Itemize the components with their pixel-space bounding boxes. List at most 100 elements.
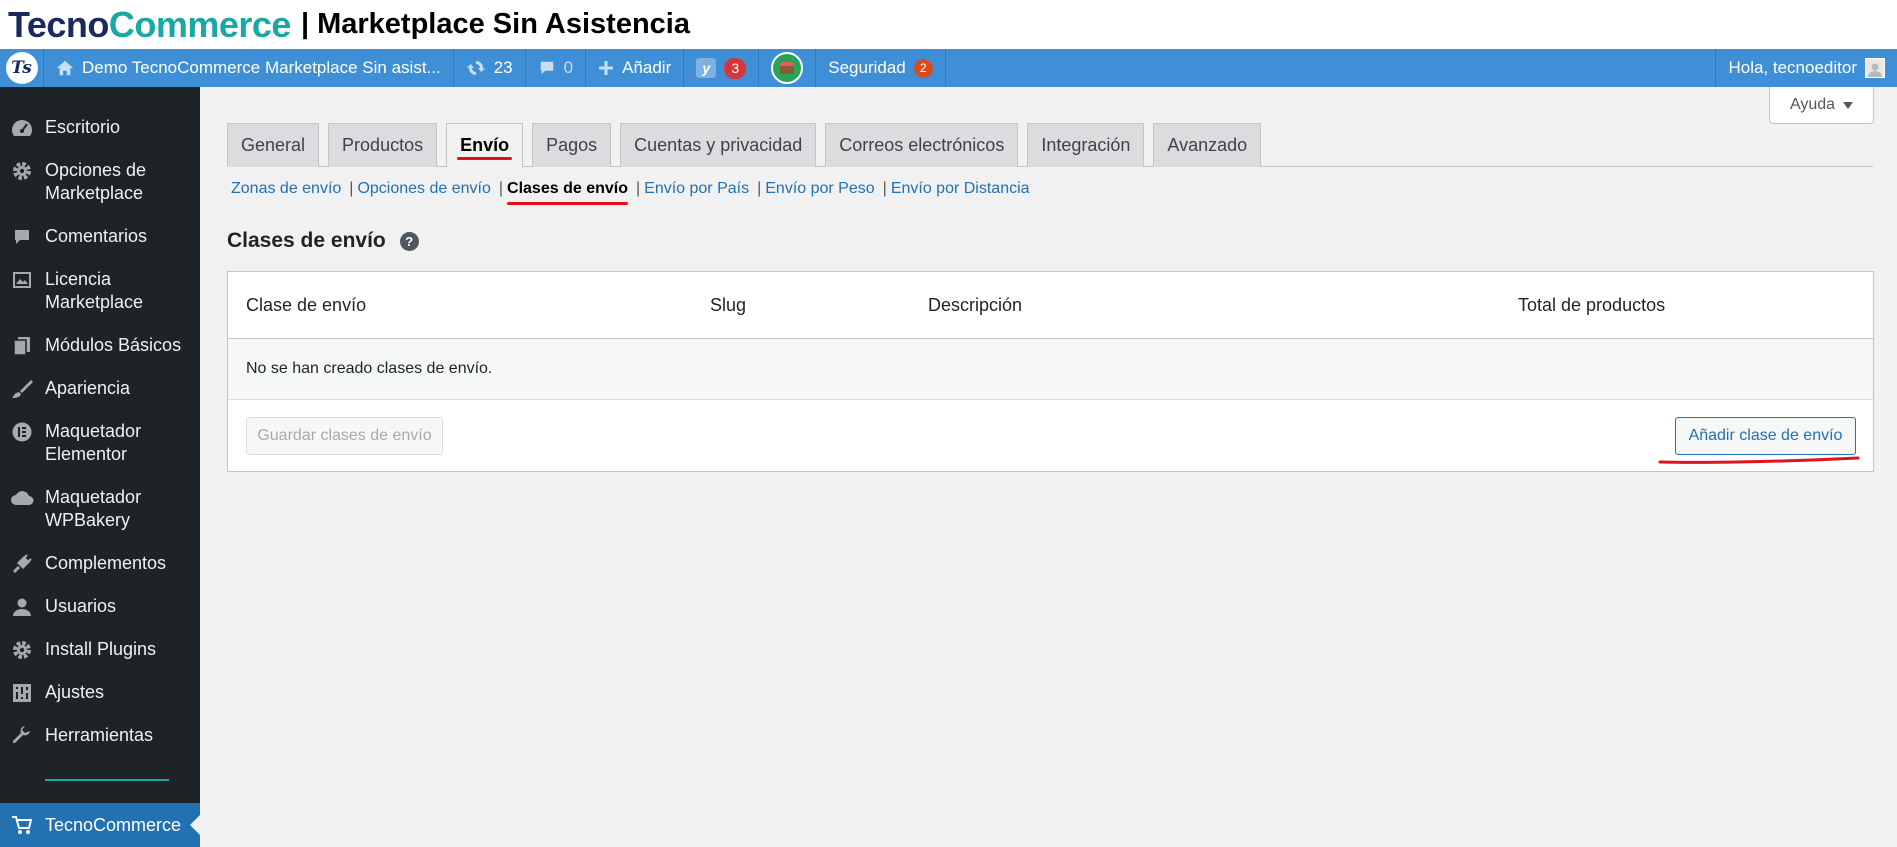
settings-icon [10, 681, 34, 704]
admin-bar: Ts Demo TecnoCommerce Marketplace Sin as… [0, 49, 1897, 87]
elementor-icon [10, 420, 34, 443]
comment-icon [540, 61, 553, 75]
shipping-classes-table: Clase de envío Slug Descripción Total de… [227, 271, 1874, 472]
sidebar-item-label: Módulos Básicos [45, 335, 182, 355]
help-button[interactable]: Ayuda [1769, 87, 1874, 124]
cart-icon [10, 814, 34, 837]
brand-logo-part1: Tecno [8, 3, 109, 45]
home-icon [56, 60, 74, 76]
sidebar-item-label: Install Plugins [45, 639, 157, 659]
sidebar-item-label: Comentarios [45, 226, 148, 246]
updates-link[interactable]: 23 [454, 49, 526, 87]
save-classes-button[interactable]: Guardar clases de envío [246, 417, 443, 455]
shipping-subnav: Zonas de envío | Opciones de envío | Cla… [231, 180, 1030, 205]
add-class-button[interactable]: Añadir clase de envío [1675, 417, 1856, 455]
ts-logo-icon: Ts [5, 52, 38, 84]
column-header-descripcion: Descripción [928, 295, 1023, 315]
user-icon [10, 595, 34, 618]
subnav-zonas[interactable]: Zonas de envío [231, 180, 341, 198]
wrench-icon [10, 724, 34, 747]
tab-general[interactable]: General [227, 123, 320, 167]
section-heading: Clases de envío ? [227, 229, 419, 253]
store-link[interactable] [759, 49, 817, 87]
tab-pagos[interactable]: Pagos [532, 123, 612, 167]
table-header: Clase de envío Slug Descripción Total de… [228, 272, 1873, 339]
brush-icon [10, 377, 34, 400]
column-header-clase: Clase de envío [246, 295, 367, 315]
tab-productos[interactable]: Productos [328, 123, 438, 167]
subnav-por-distancia[interactable]: Envío por Distancia [891, 180, 1030, 198]
sidebar-item-label: Maquetador WPBakery [45, 487, 142, 530]
table-empty-row: No se han creado clases de envío. [228, 339, 1873, 400]
gear-icon [10, 638, 34, 661]
avatar [1865, 58, 1885, 78]
column-header-total: Total de productos [1518, 295, 1666, 315]
subnav-clases[interactable]: Clases de envío [507, 180, 628, 205]
sidebar-item-usuarios[interactable]: Usuarios [0, 587, 200, 626]
sidebar-item-licencia-marketplace[interactable]: Licencia Marketplace [0, 260, 200, 322]
subnav-por-peso[interactable]: Envío por Peso [765, 180, 874, 198]
sidebar-item-modulos-basicos[interactable]: Módulos Básicos [0, 326, 200, 365]
security-link[interactable]: Seguridad 2 [816, 49, 946, 87]
sidebar-item-label: Opciones de Marketplace [45, 160, 147, 203]
account-greeting: Hola, tecnoeditor [1728, 58, 1857, 77]
store-icon [771, 52, 804, 84]
sidebar-item-maquetador-elementor[interactable]: Maquetador Elementor [0, 412, 200, 474]
brand-logo-part2: Commerce [108, 3, 292, 45]
plus-icon [599, 61, 614, 75]
sidebar-item-label: Apariencia [45, 378, 131, 398]
sidebar-item-label: Ajustes [45, 682, 105, 702]
site-logo-button[interactable]: Ts [0, 49, 44, 87]
table-footer: Guardar clases de envío Añadir clase de … [228, 400, 1873, 472]
tab-integracion[interactable]: Integración [1027, 123, 1145, 167]
account-menu[interactable]: Hola, tecnoeditor [1715, 49, 1897, 87]
sidebar-item-herramientas[interactable]: Herramientas [0, 716, 200, 755]
page-title: Clases de envío [227, 229, 386, 252]
sidebar-item-comentarios[interactable]: Comentarios [0, 217, 200, 256]
yoast-icon: y [696, 58, 717, 78]
sidebar-item-escritorio[interactable]: Escritorio [0, 108, 200, 147]
help-tip-icon[interactable]: ? [399, 231, 419, 251]
annotation-underline [457, 157, 513, 160]
sidebar-item-maquetador-wpbakery[interactable]: Maquetador WPBakery [0, 478, 200, 540]
help-label: Ayuda [1789, 96, 1836, 113]
sidebar-item-label: TecnoCommerce [45, 814, 182, 835]
site-name: Demo TecnoCommerce Marketplace Sin asist… [82, 58, 441, 77]
sidebar-item-install-plugins[interactable]: Install Plugins [0, 630, 200, 669]
license-icon [10, 268, 34, 291]
security-count-badge: 2 [913, 58, 933, 78]
add-new-label: Añadir [622, 58, 672, 77]
column-header-slug: Slug [710, 295, 747, 315]
sidebar-item-label: Complementos [45, 553, 167, 573]
site-name-link[interactable]: Demo TecnoCommerce Marketplace Sin asist… [44, 49, 454, 87]
subnav-opciones[interactable]: Opciones de envío [357, 180, 490, 198]
admin-sidebar: Escritorio Opciones de Marketplace Comen… [0, 87, 200, 847]
cloud-icon [10, 486, 34, 509]
annotation-underline [1658, 456, 1860, 464]
security-label: Seguridad [828, 58, 906, 77]
settings-tabs: General Productos Envío Pagos Cuentas y … [227, 123, 1873, 168]
sidebar-item-label: Licencia Marketplace [45, 269, 144, 312]
sidebar-item-complementos[interactable]: Complementos [0, 544, 200, 583]
brand-title: | Marketplace Sin Asistencia [300, 8, 690, 40]
tab-cuentas-privacidad[interactable]: Cuentas y privacidad [620, 123, 817, 167]
tab-avanzado[interactable]: Avanzado [1153, 123, 1262, 167]
sidebar-item-opciones-marketplace[interactable]: Opciones de Marketplace [0, 151, 200, 213]
gear-icon [10, 159, 34, 182]
comments-link[interactable]: 0 [526, 49, 587, 87]
sidebar-item-tecnocommerce[interactable]: TecnoCommerce [0, 803, 200, 847]
yoast-link[interactable]: y 3 [684, 49, 760, 87]
brand-header: Tecno Commerce | Marketplace Sin Asistenc… [0, 0, 1897, 49]
sidebar-item-ajustes[interactable]: Ajustes [0, 673, 200, 712]
add-new-link[interactable]: Añadir [586, 49, 685, 87]
annotation-underline [507, 202, 628, 205]
pages-icon [10, 334, 34, 357]
comment-icon [10, 225, 34, 248]
sidebar-item-label: Herramientas [45, 725, 154, 745]
refresh-icon [466, 61, 485, 75]
sidebar-item-apariencia[interactable]: Apariencia [0, 369, 200, 408]
tab-envio[interactable]: Envío [446, 123, 524, 168]
updates-count: 23 [493, 58, 513, 77]
tab-correos[interactable]: Correos electrónicos [825, 123, 1019, 167]
subnav-por-pais[interactable]: Envío por País [644, 180, 749, 198]
